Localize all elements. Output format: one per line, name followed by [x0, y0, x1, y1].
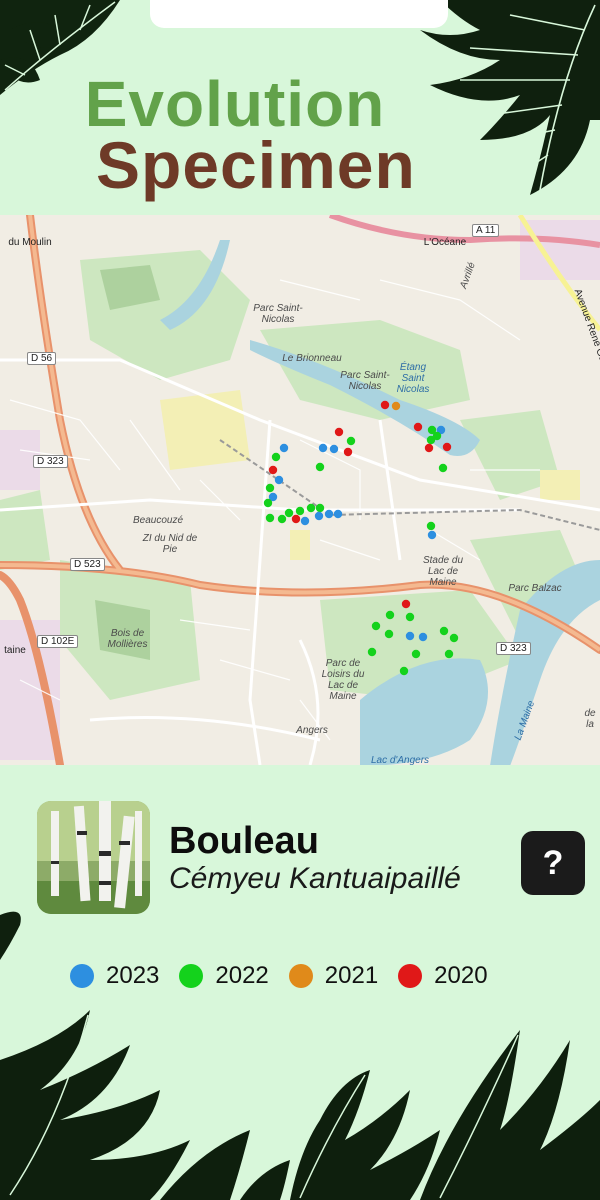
observation-point-2022[interactable]	[439, 626, 449, 636]
bottom-leaves-decoration	[0, 1010, 600, 1200]
observation-point-2020[interactable]	[334, 427, 344, 437]
observation-point-2022[interactable]	[295, 506, 305, 516]
observation-point-2023[interactable]	[314, 511, 324, 521]
observation-points-layer	[263, 400, 459, 676]
legend-label-2022: 2022	[215, 962, 269, 989]
legend-dot-2023	[70, 964, 94, 988]
observation-point-2022[interactable]	[432, 431, 442, 441]
observation-point-2023[interactable]	[418, 632, 428, 642]
observation-point-2023[interactable]	[333, 509, 343, 519]
observation-point-2022[interactable]	[315, 503, 325, 513]
observation-point-2020[interactable]	[401, 599, 411, 609]
observation-point-2022[interactable]	[315, 462, 325, 472]
observation-point-2022[interactable]	[277, 514, 287, 524]
legend-item-2020[interactable]: 2020	[398, 962, 488, 990]
observation-point-2022[interactable]	[346, 436, 356, 446]
observation-map[interactable]: Parc Saint-Nicolas Le Brionneau Parc Sai…	[0, 215, 600, 765]
observation-point-2020[interactable]	[380, 400, 390, 410]
observation-point-2022[interactable]	[426, 521, 436, 531]
legend-dot-2020	[398, 964, 423, 988]
observation-point-2020[interactable]	[291, 514, 301, 524]
observation-point-2022[interactable]	[284, 508, 294, 518]
observation-point-2022[interactable]	[384, 629, 394, 639]
title-specimen: Specimen	[96, 128, 416, 202]
legend-item-2021[interactable]: 2021	[288, 962, 379, 990]
left-mid-leaf-decoration	[0, 911, 21, 960]
observation-point-2023[interactable]	[405, 631, 415, 641]
observation-point-2022[interactable]	[385, 610, 395, 620]
legend-label-2020: 2020	[434, 962, 488, 989]
observation-point-2023[interactable]	[300, 516, 310, 526]
observation-point-2022[interactable]	[438, 463, 448, 473]
observation-point-2022[interactable]	[265, 513, 275, 523]
observation-point-2020[interactable]	[413, 422, 423, 432]
species-latin-name: Cémyeu Kantuaipaillé	[169, 862, 461, 895]
observation-point-2020[interactable]	[424, 443, 434, 453]
observation-point-2022[interactable]	[265, 483, 275, 493]
legend-item-2023[interactable]: 2023	[70, 962, 159, 990]
observation-point-2023[interactable]	[329, 444, 339, 454]
legend-dot-2022	[179, 964, 204, 988]
observation-point-2022[interactable]	[367, 647, 377, 657]
observation-point-2020[interactable]	[268, 465, 278, 475]
observation-point-2023[interactable]	[279, 443, 289, 453]
observation-point-2023[interactable]	[274, 475, 284, 485]
observation-point-2023[interactable]	[318, 443, 328, 453]
title-evolution: Evolution	[84, 68, 386, 140]
observation-point-2022[interactable]	[449, 633, 459, 643]
observation-point-2022[interactable]	[263, 498, 273, 508]
year-legend: 2023 2022 2021 2020	[70, 962, 488, 990]
species-name: Bouleau	[169, 820, 319, 862]
species-photo	[37, 801, 150, 914]
observation-point-2020[interactable]	[343, 447, 353, 457]
legend-label-2021: 2021	[324, 962, 379, 989]
help-button[interactable]: ?	[521, 831, 585, 895]
observation-point-2022[interactable]	[405, 612, 415, 622]
legend-item-2022[interactable]: 2022	[179, 962, 269, 990]
observation-point-2022[interactable]	[411, 649, 421, 659]
observation-point-2020[interactable]	[442, 442, 452, 452]
observation-point-2022[interactable]	[399, 666, 409, 676]
observation-point-2022[interactable]	[306, 503, 316, 513]
observation-point-2021[interactable]	[391, 401, 401, 411]
observation-point-2022[interactable]	[271, 452, 281, 462]
observation-point-2023[interactable]	[427, 530, 437, 540]
observation-point-2022[interactable]	[371, 621, 381, 631]
observation-point-2023[interactable]	[324, 509, 334, 519]
legend-label-2023: 2023	[106, 962, 160, 989]
observation-point-2022[interactable]	[444, 649, 454, 659]
legend-dot-2021	[288, 964, 313, 988]
device-notch	[150, 0, 448, 28]
